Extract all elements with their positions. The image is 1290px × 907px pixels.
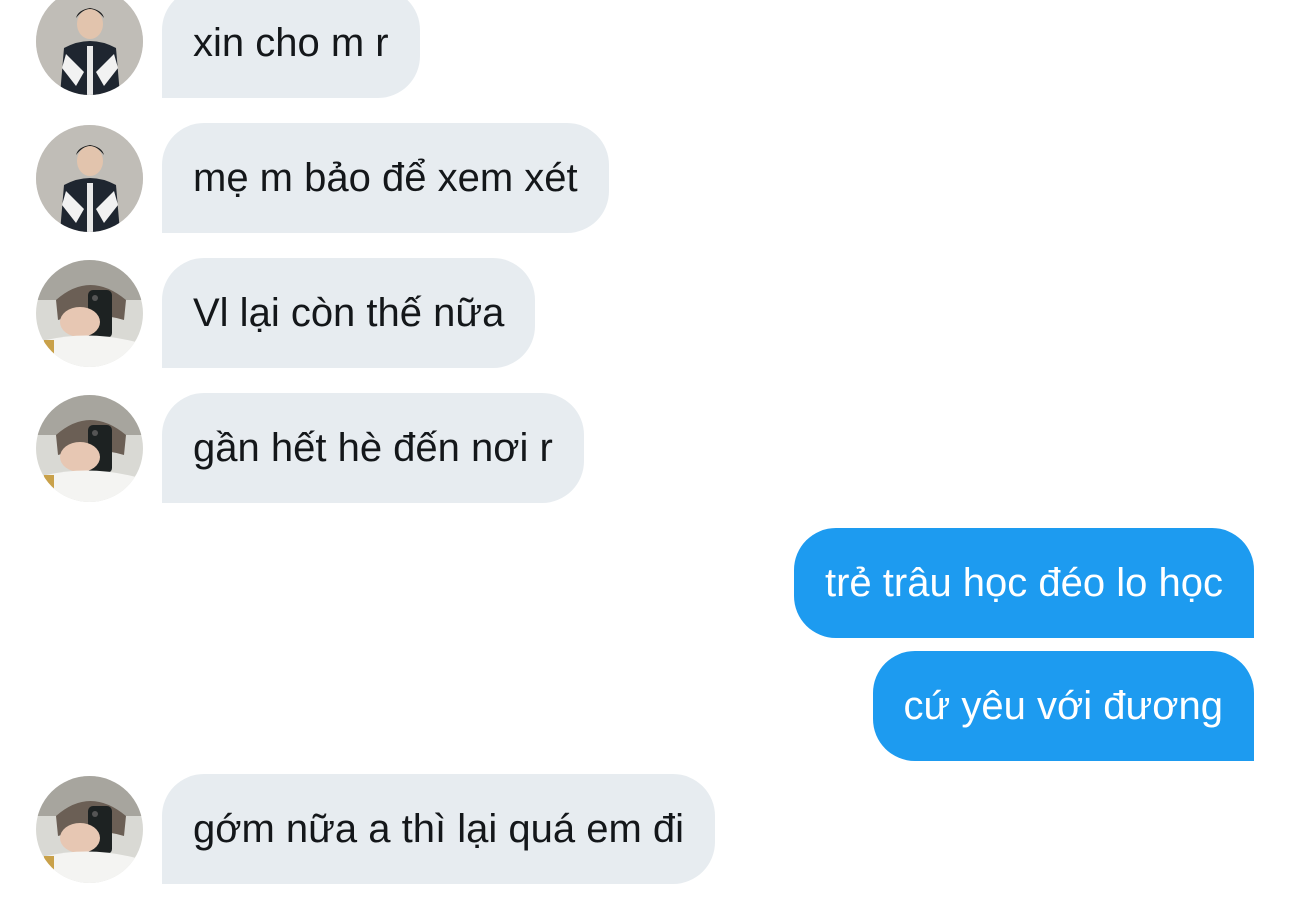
incoming-message-bubble[interactable]: xin cho m r [162, 0, 420, 98]
message-row: mẹ m bảo để xem xét [0, 123, 1290, 233]
message-thread: xin cho m r mẹ m bảo để xem xét Vl lại c… [0, 0, 1290, 907]
avatar[interactable] [36, 776, 143, 883]
message-row: trẻ trâu học đéo lo học [0, 528, 1290, 638]
avatar[interactable] [36, 260, 143, 367]
outgoing-message-bubble[interactable]: trẻ trâu học đéo lo học [793, 528, 1254, 638]
message-row: gớm nữa a thì lại quá em đi [0, 774, 1290, 884]
incoming-message-bubble[interactable]: gớm nữa a thì lại quá em đi [162, 774, 716, 884]
message-row: gần hết hè đến nơi r [0, 393, 1290, 503]
avatar[interactable] [36, 125, 143, 232]
incoming-message-bubble[interactable]: Vl lại còn thế nữa [162, 258, 536, 368]
avatar[interactable] [36, 395, 143, 502]
outgoing-message-bubble[interactable]: cứ yêu với đương [872, 651, 1254, 761]
message-row: cứ yêu với đương [0, 651, 1290, 761]
message-row: xin cho m r [0, 0, 1290, 98]
incoming-message-bubble[interactable]: mẹ m bảo để xem xét [162, 123, 609, 233]
message-row: Vl lại còn thế nữa [0, 258, 1290, 368]
incoming-message-bubble[interactable]: gần hết hè đến nơi r [162, 393, 584, 503]
avatar[interactable] [36, 0, 143, 95]
